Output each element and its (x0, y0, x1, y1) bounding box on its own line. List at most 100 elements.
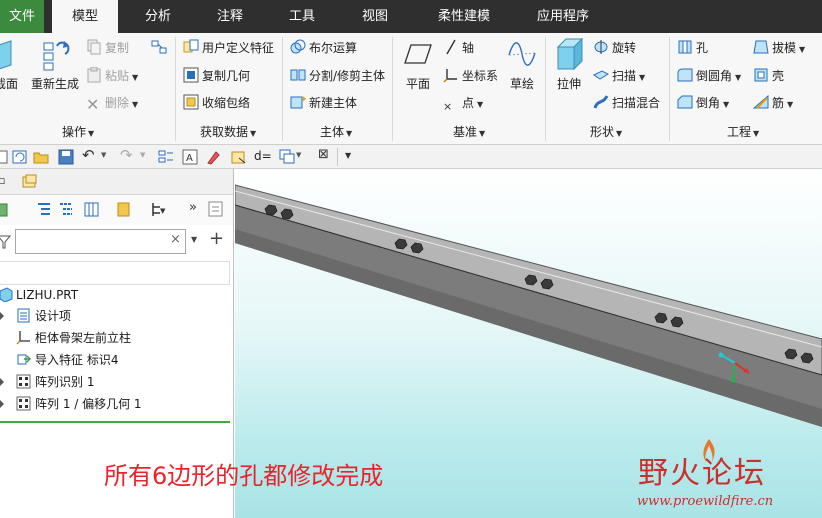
datum-point-dropdown-icon[interactable]: ▼ (477, 100, 483, 109)
user-defined-feature-button[interactable]: 用户定义特征 (183, 37, 274, 59)
new-body-button[interactable]: ✦ 新建主体 (290, 92, 357, 114)
add-filter-icon[interactable]: + (209, 228, 224, 249)
regenerate-small-icon[interactable] (12, 149, 28, 165)
model-display-icon[interactable] (0, 202, 10, 218)
tab-flexible-modeling[interactable]: 柔性建模 (425, 0, 503, 33)
delete-dropdown-icon[interactable]: ▼ (132, 100, 138, 109)
sketch-link-button[interactable] (151, 37, 170, 59)
tree-columns-icon[interactable] (84, 201, 100, 219)
rib-dropdown-icon[interactable]: ▼ (787, 100, 793, 109)
datum-point-button[interactable]: × 点 ▼ (443, 92, 483, 114)
group-label-datum[interactable]: 基准 ▼ (453, 123, 485, 140)
group-separator (669, 37, 670, 141)
chamfer-label: 倒角 (696, 96, 721, 110)
annotation-icon[interactable]: A (182, 149, 198, 165)
group-label-get-data[interactable]: 获取数据 ▼ (200, 123, 256, 140)
open-folder-icon[interactable] (33, 149, 49, 165)
datum-plane-button[interactable]: 平面 (400, 37, 436, 92)
tree-list-icon[interactable] (36, 201, 52, 219)
undo-dropdown-icon[interactable]: ▼ (101, 151, 106, 159)
group-label-body[interactable]: 主体 ▼ (320, 123, 352, 140)
group-shapes-text: 形状 (590, 125, 615, 139)
group-body-text: 主体 (320, 125, 345, 139)
show-details-icon[interactable] (208, 200, 224, 218)
hole-button[interactable]: 孔 (677, 37, 708, 59)
tab-tools[interactable]: 工具 (270, 0, 334, 33)
tree-filter-list-icon[interactable] (58, 201, 74, 219)
new-body-icon: ✦ (290, 95, 306, 109)
boolean-button[interactable]: 布尔运算 (290, 37, 357, 59)
tab-annotate[interactable]: 注释 (198, 0, 262, 33)
split-trim-body-button[interactable]: 分割/修剪主体 (290, 65, 385, 87)
datum-point-icon: × (443, 100, 453, 113)
section-button[interactable]: 截面 (0, 37, 20, 92)
close-window-icon[interactable]: ⊠ (318, 147, 329, 162)
sketch-button[interactable]: 草绘 (505, 37, 539, 92)
sweep-dropdown-icon[interactable]: ▼ (639, 73, 645, 82)
shrinkwrap-button[interactable]: 收缩包络 (183, 92, 250, 114)
split-body-label: 分割/修剪主体 (309, 69, 386, 83)
group-label-shapes[interactable]: 形状 ▼ (590, 123, 622, 140)
appearance-icon[interactable] (206, 149, 222, 165)
pattern-icon (16, 396, 31, 411)
delete-button[interactable]: ✕ 删除 ▼ (86, 92, 138, 114)
link-icon (151, 40, 167, 54)
sweep-icon (593, 70, 609, 80)
window-icon[interactable] (231, 149, 247, 165)
more-icon[interactable]: » (189, 200, 197, 215)
round-label: 倒圆角 (696, 69, 733, 83)
chamfer-button[interactable]: 倒角 ▼ (677, 92, 729, 114)
draft-button[interactable]: 拔模 ▼ (753, 37, 805, 59)
tab-analysis[interactable]: 分析 (126, 0, 190, 33)
qat-separator (337, 148, 338, 166)
relations-icon[interactable]: d= (254, 149, 272, 163)
tab-applications[interactable]: 应用程序 (524, 0, 602, 33)
import-feature-icon (17, 354, 31, 365)
tab-file[interactable]: 文件 (0, 0, 44, 33)
draft-dropdown-icon[interactable]: ▼ (799, 45, 805, 54)
tab-view[interactable]: 视图 (343, 0, 407, 33)
expand-arrow-icon[interactable] (0, 378, 4, 386)
paste-dropdown-icon[interactable]: ▼ (132, 73, 138, 82)
sweep-button[interactable]: 扫描 ▼ (593, 65, 645, 87)
search-dropdown-icon[interactable]: ▼ (191, 235, 197, 244)
revolve-button[interactable]: 旋转 (593, 37, 636, 59)
tree-search-input[interactable] (15, 229, 186, 254)
redo-dropdown-icon[interactable]: ▼ (140, 151, 145, 159)
save-icon[interactable] (58, 149, 74, 165)
clear-search-icon[interactable]: × (170, 232, 181, 247)
model-tree-tab-icon[interactable]: ▫ (0, 174, 5, 187)
tab-model[interactable]: 模型 (52, 0, 118, 33)
folder-browser-tab-icon[interactable] (21, 173, 39, 191)
rib-button[interactable]: 筋 ▼ (753, 92, 793, 114)
paste-button[interactable]: 粘贴 ▼ (86, 65, 138, 87)
round-dropdown-icon[interactable]: ▼ (735, 73, 741, 82)
copy-geometry-button[interactable]: 复制几何 (183, 65, 250, 87)
expand-arrow-icon[interactable] (0, 400, 4, 408)
group-label-operations[interactable]: 操作 ▼ (62, 123, 94, 140)
group-label-engineering[interactable]: 工程 ▼ (727, 123, 759, 140)
shell-button[interactable]: 壳 (753, 65, 784, 87)
swept-blend-button[interactable]: 扫描混合 (593, 92, 660, 114)
expand-arrow-icon[interactable] (0, 312, 4, 320)
copy-button[interactable]: 复制 (86, 37, 129, 59)
datum-axis-button[interactable]: 轴 (443, 37, 474, 59)
regenerate-button[interactable]: 重新生成 (30, 37, 80, 92)
customize-qat-dropdown-icon[interactable]: ▼ (345, 151, 351, 160)
switch-window-dropdown-icon[interactable]: ▼ (296, 151, 301, 159)
coordinate-system-button[interactable]: 坐标系 (443, 65, 498, 87)
round-button[interactable]: 倒圆角 ▼ (677, 65, 741, 87)
extrude-button[interactable]: 拉伸 (551, 37, 587, 92)
new-icon[interactable] (0, 149, 10, 165)
redo-icon[interactable]: ↷ (120, 146, 133, 164)
chamfer-dropdown-icon[interactable]: ▼ (723, 100, 729, 109)
extrude-label: 拉伸 (556, 77, 581, 91)
switch-window-icon[interactable] (279, 149, 295, 165)
regenerate-label: 重新生成 (30, 77, 79, 91)
insert-here-indicator[interactable] (0, 421, 230, 423)
shell-label: 壳 (772, 69, 785, 83)
bookmark-icon[interactable] (116, 201, 132, 219)
settings-dropdown-icon[interactable]: ▼ (160, 207, 165, 215)
undo-icon[interactable]: ↶ (82, 146, 95, 164)
regenerate-manager-icon[interactable] (158, 149, 174, 165)
